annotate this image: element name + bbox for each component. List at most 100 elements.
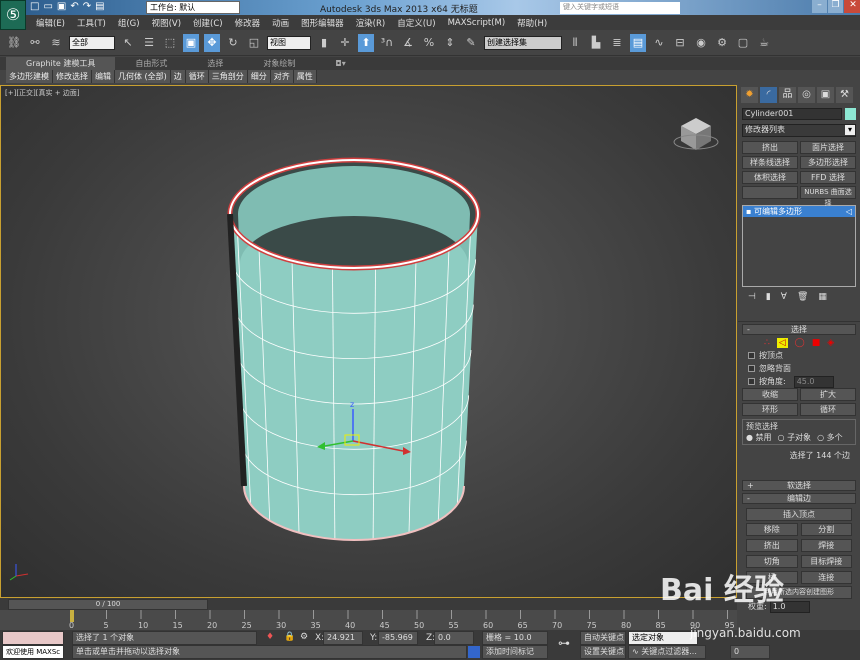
select-object-icon[interactable]: ↖: [120, 34, 136, 52]
search-input[interactable]: 键入关键字或短语: [560, 2, 680, 14]
mod-extrude-button[interactable]: 挤出: [742, 141, 798, 154]
spinner-snap-icon[interactable]: ⇕: [442, 34, 458, 52]
render-production-icon[interactable]: ☕: [756, 34, 772, 52]
panel-edges[interactable]: 边: [171, 70, 186, 83]
utilities-tab-icon[interactable]: ⚒: [836, 87, 853, 103]
key-mode-dropdown[interactable]: 选定对象: [628, 631, 698, 645]
auto-key-button[interactable]: 自动关键点: [580, 631, 626, 645]
panel-loops[interactable]: 循环: [186, 70, 209, 83]
x-coord-field[interactable]: 24.921: [323, 631, 363, 645]
menu-help[interactable]: 帮助(H): [517, 17, 547, 29]
y-coord-field[interactable]: -85.969: [378, 631, 418, 645]
element-mode-icon[interactable]: ◈: [827, 338, 834, 348]
timeline-ruler[interactable]: 0510152025303540455055606570758085909510…: [0, 610, 774, 630]
menu-customize[interactable]: 自定义(U): [397, 17, 435, 29]
connect-button[interactable]: 连接: [800, 571, 852, 584]
undo-icon[interactable]: ↶: [70, 1, 78, 12]
graphite-toggle-icon[interactable]: ▤: [630, 33, 646, 52]
extrude-button[interactable]: 挤出: [746, 539, 798, 552]
border-mode-icon[interactable]: ◯: [795, 338, 805, 348]
close-button[interactable]: ✕: [844, 0, 860, 13]
pin-stack-icon[interactable]: ⊣: [748, 292, 756, 302]
angle-snap-icon[interactable]: ∡: [400, 34, 416, 52]
by-angle-checkbox[interactable]: 按角度: 45.0: [738, 375, 860, 388]
mod-spline-select-button[interactable]: 样条线选择: [742, 156, 798, 169]
panel-edit[interactable]: 编辑: [92, 70, 115, 83]
panel-properties[interactable]: 属性: [294, 70, 317, 83]
menu-animation[interactable]: 动画: [272, 17, 289, 29]
reference-coord-dropdown[interactable]: 视图: [267, 35, 311, 50]
vertex-mode-icon[interactable]: ∴: [764, 338, 770, 348]
object-color-swatch[interactable]: [845, 108, 856, 120]
window-crossing-icon[interactable]: ▣: [183, 33, 199, 52]
select-by-name-icon[interactable]: ☰: [141, 34, 157, 52]
loop-button[interactable]: 循环: [800, 403, 856, 416]
split-button[interactable]: 分割: [800, 523, 852, 536]
mod-ffd-select-button[interactable]: FFD 选择: [800, 171, 856, 184]
mod-nurbs-select-button[interactable]: NURBS 曲面选择: [800, 186, 856, 207]
tab-selection[interactable]: 选择: [187, 57, 243, 70]
modify-tab-icon[interactable]: ◜: [760, 87, 777, 103]
polygon-mode-icon[interactable]: ■: [812, 338, 821, 348]
time-tag-icon[interactable]: [468, 646, 480, 658]
panel-modify-selection[interactable]: 修改选择: [53, 70, 92, 83]
keyboard-shortcut-override-icon[interactable]: ⬆: [358, 33, 374, 52]
insert-vertex-button[interactable]: 插入顶点: [746, 508, 852, 521]
add-time-tag-button[interactable]: 添加时间标记: [482, 645, 548, 659]
current-frame-field[interactable]: 0: [730, 645, 770, 659]
menu-views[interactable]: 视图(V): [152, 17, 181, 29]
ring-button[interactable]: 环形: [742, 403, 798, 416]
mod-poly-select-button[interactable]: 多边形选择: [800, 156, 856, 169]
align-icon[interactable]: ▙: [588, 34, 604, 52]
manipulate-icon[interactable]: ✛: [337, 34, 353, 52]
mod-empty-button[interactable]: [742, 186, 798, 199]
remove-modifier-icon[interactable]: 🗑: [797, 292, 808, 302]
time-slider[interactable]: 0 / 100: [8, 599, 208, 610]
schematic-view-icon[interactable]: ⊟: [672, 34, 688, 52]
shrink-button[interactable]: 收缩: [742, 388, 798, 401]
panel-align[interactable]: 对齐: [271, 70, 294, 83]
object-name-field[interactable]: Cylinder001: [742, 108, 842, 120]
absolute-mode-icon[interactable]: ⚙: [300, 632, 308, 642]
panel-geometry[interactable]: 几何体 (全部): [115, 70, 171, 83]
menu-group[interactable]: 组(G): [118, 17, 140, 29]
set-key-button[interactable]: 设置关键点: [580, 645, 626, 659]
layer-manager-icon[interactable]: ≣: [609, 34, 625, 52]
welcome-text[interactable]: 欢迎使用 MAXSc: [2, 645, 64, 659]
open-icon[interactable]: ▭: [43, 1, 52, 12]
weld-button[interactable]: 焊接: [800, 539, 852, 552]
redo-icon[interactable]: ↷: [83, 1, 91, 12]
menu-graph-editors[interactable]: 图形编辑器: [301, 17, 344, 29]
show-end-result-icon[interactable]: ▮: [766, 292, 771, 302]
mod-volume-select-button[interactable]: 体积选择: [742, 171, 798, 184]
modifier-list-dropdown[interactable]: 修改器列表 ▾: [742, 124, 856, 137]
edge-mode-icon[interactable]: ◁: [776, 338, 788, 348]
new-file-icon[interactable]: □: [30, 1, 39, 12]
configure-sets-icon[interactable]: ▦: [818, 292, 827, 302]
menu-tools[interactable]: 工具(T): [77, 17, 106, 29]
minimize-button[interactable]: –: [812, 0, 827, 13]
create-tab-icon[interactable]: ✹: [741, 87, 758, 103]
rect-selection-icon[interactable]: ⬚: [162, 34, 178, 52]
stack-item[interactable]: ▪ 可编辑多边形 ◁: [743, 206, 855, 217]
isolate-icon[interactable]: ♦: [266, 632, 274, 642]
menu-rendering[interactable]: 渲染(R): [356, 17, 386, 29]
menu-edit[interactable]: 编辑(E): [36, 17, 65, 29]
panel-tris[interactable]: 三角剖分: [209, 70, 248, 83]
selection-filter-dropdown[interactable]: 全部: [69, 35, 115, 50]
tab-freeform[interactable]: 自由形式: [115, 57, 187, 70]
workspace-dropdown[interactable]: 工作台: 默认: [146, 1, 240, 14]
panel-subdivision[interactable]: 细分: [248, 70, 271, 83]
edit-named-selection-icon[interactable]: ✎: [463, 34, 479, 52]
menu-maxscript[interactable]: MAXScript(M): [448, 18, 506, 28]
select-scale-icon[interactable]: ◱: [246, 34, 262, 52]
maxscript-listener[interactable]: [2, 631, 64, 645]
menu-create[interactable]: 创建(C): [193, 17, 223, 29]
preview-multi-radio[interactable]: ○ 多个: [817, 432, 843, 443]
display-tab-icon[interactable]: ▣: [817, 87, 834, 103]
unlink-icon[interactable]: ⚯: [27, 34, 43, 52]
select-move-icon[interactable]: ✥: [204, 33, 220, 52]
named-selection-dropdown[interactable]: 创建选择集: [484, 35, 562, 50]
render-setup-icon[interactable]: ⚙: [714, 34, 730, 52]
curve-editor-icon[interactable]: ∿: [651, 34, 667, 52]
